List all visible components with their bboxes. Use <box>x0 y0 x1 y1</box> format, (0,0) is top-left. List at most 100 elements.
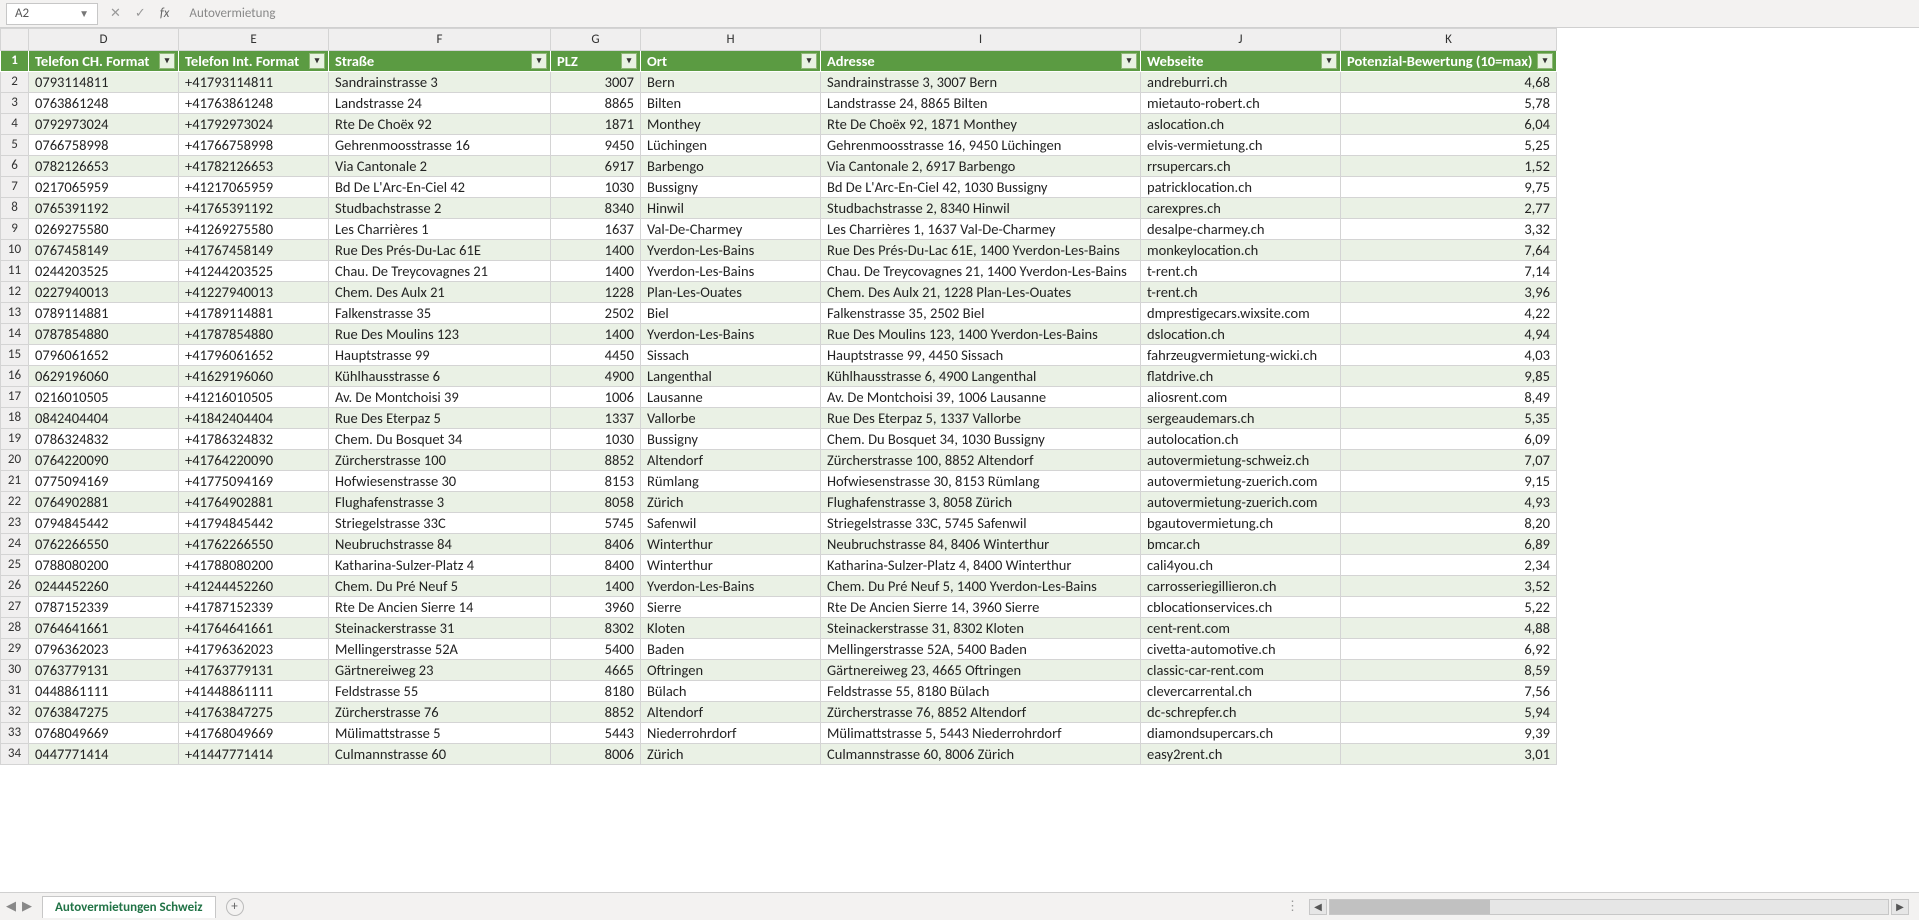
cell[interactable]: 4450 <box>551 345 641 366</box>
cell[interactable]: 0244203525 <box>29 261 179 282</box>
cell[interactable]: 8852 <box>551 450 641 471</box>
nav-prev-icon[interactable]: ◀ <box>6 899 16 914</box>
cell[interactable]: 3,96 <box>1341 282 1557 303</box>
row-header[interactable]: 9 <box>1 219 29 240</box>
cell[interactable]: Bussigny <box>641 429 821 450</box>
cell[interactable]: cali4you.ch <box>1141 555 1341 576</box>
nav-next-icon[interactable]: ▶ <box>22 899 32 914</box>
row-header[interactable]: 5 <box>1 135 29 156</box>
row-header[interactable]: 14 <box>1 324 29 345</box>
filter-icon[interactable]: ▾ <box>531 53 547 69</box>
cell[interactable]: 4,93 <box>1341 492 1557 513</box>
cell[interactable]: 0244452260 <box>29 576 179 597</box>
row-header[interactable]: 24 <box>1 534 29 555</box>
cell[interactable]: +41447771414 <box>179 744 329 765</box>
row-header[interactable]: 11 <box>1 261 29 282</box>
cell[interactable]: Rue Des Eterpaz 5 <box>329 408 551 429</box>
cell[interactable]: 1337 <box>551 408 641 429</box>
cell[interactable]: +41765391192 <box>179 198 329 219</box>
cell[interactable]: Rue Des Moulins 123 <box>329 324 551 345</box>
row-header[interactable]: 15 <box>1 345 29 366</box>
cell[interactable]: +41788080200 <box>179 555 329 576</box>
fx-icon[interactable]: fx <box>160 6 170 21</box>
cell[interactable]: Gärtnereiweg 23, 4665 Oftringen <box>821 660 1141 681</box>
cell[interactable]: Sandrainstrasse 3 <box>329 72 551 93</box>
cell[interactable]: Rte De Ancien Sierre 14, 3960 Sierre <box>821 597 1141 618</box>
filter-icon[interactable]: ▾ <box>801 53 817 69</box>
cell[interactable]: 7,07 <box>1341 450 1557 471</box>
cell[interactable]: 3960 <box>551 597 641 618</box>
column-header[interactable]: G <box>551 29 641 51</box>
cell[interactable]: Safenwil <box>641 513 821 534</box>
cell[interactable]: Rte De Choëx 92 <box>329 114 551 135</box>
cell[interactable]: 9,75 <box>1341 177 1557 198</box>
cell[interactable]: 0763861248 <box>29 93 179 114</box>
cell[interactable]: clevercarrental.ch <box>1141 681 1341 702</box>
table-header-cell[interactable]: Telefon CH. Format▾ <box>29 51 179 72</box>
cell[interactable]: Bern <box>641 72 821 93</box>
cell[interactable]: Rte De Choëx 92, 1871 Monthey <box>821 114 1141 135</box>
cell[interactable]: 0269275580 <box>29 219 179 240</box>
cell[interactable]: +41762266550 <box>179 534 329 555</box>
cell[interactable]: 2,77 <box>1341 198 1557 219</box>
cell[interactable]: +41629196060 <box>179 366 329 387</box>
cell[interactable]: 0767458149 <box>29 240 179 261</box>
row-header[interactable]: 23 <box>1 513 29 534</box>
row-header[interactable]: 28 <box>1 618 29 639</box>
column-header[interactable] <box>1 29 29 51</box>
cell[interactable]: 8,59 <box>1341 660 1557 681</box>
cell[interactable]: Yverdon-Les-Bains <box>641 261 821 282</box>
cell[interactable]: 6917 <box>551 156 641 177</box>
column-header[interactable]: K <box>1341 29 1557 51</box>
cell[interactable]: 8852 <box>551 702 641 723</box>
cell[interactable]: Val-De-Charmey <box>641 219 821 240</box>
cell[interactable]: autovermietung-schweiz.ch <box>1141 450 1341 471</box>
cell[interactable]: +41775094169 <box>179 471 329 492</box>
scroll-right-button[interactable]: ▶ <box>1891 899 1909 915</box>
cell[interactable]: 4,22 <box>1341 303 1557 324</box>
cell[interactable]: 9,15 <box>1341 471 1557 492</box>
cell[interactable]: 1030 <box>551 429 641 450</box>
cell[interactable]: 7,14 <box>1341 261 1557 282</box>
cell[interactable]: 5,25 <box>1341 135 1557 156</box>
cell[interactable]: Chem. Du Pré Neuf 5, 1400 Yverdon-Les-Ba… <box>821 576 1141 597</box>
cell[interactable]: 3007 <box>551 72 641 93</box>
cell[interactable]: aliosrent.com <box>1141 387 1341 408</box>
cell[interactable]: Neubruchstrasse 84 <box>329 534 551 555</box>
cell[interactable]: Yverdon-Les-Bains <box>641 576 821 597</box>
cell[interactable]: 5,78 <box>1341 93 1557 114</box>
cell[interactable]: Feldstrasse 55, 8180 Bülach <box>821 681 1141 702</box>
table-header-cell[interactable]: Potenzial-Bewertung (10=max)▾ <box>1341 51 1557 72</box>
cell[interactable]: Katharina-Sulzer-Platz 4 <box>329 555 551 576</box>
cell[interactable]: Hofwiesenstrasse 30 <box>329 471 551 492</box>
cell[interactable]: Hauptstrasse 99 <box>329 345 551 366</box>
cell[interactable]: 0629196060 <box>29 366 179 387</box>
table-header-cell[interactable]: Telefon Int. Format▾ <box>179 51 329 72</box>
cell[interactable]: autolocation.ch <box>1141 429 1341 450</box>
cell[interactable]: +41764902881 <box>179 492 329 513</box>
cell[interactable]: Lüchingen <box>641 135 821 156</box>
cell[interactable]: Hinwil <box>641 198 821 219</box>
cell[interactable]: autovermietung-zuerich.com <box>1141 471 1341 492</box>
cell[interactable]: Zürcherstrasse 76 <box>329 702 551 723</box>
cell[interactable]: 4665 <box>551 660 641 681</box>
cell[interactable]: Bülach <box>641 681 821 702</box>
cell[interactable]: autovermietung-zuerich.com <box>1141 492 1341 513</box>
cell[interactable]: +41763861248 <box>179 93 329 114</box>
row-header[interactable]: 32 <box>1 702 29 723</box>
cell[interactable]: +41792973024 <box>179 114 329 135</box>
cell[interactable]: +41767458149 <box>179 240 329 261</box>
cell[interactable]: Zürcherstrasse 76, 8852 Altendorf <box>821 702 1141 723</box>
cell[interactable]: Winterthur <box>641 555 821 576</box>
cell[interactable]: andreburri.ch <box>1141 72 1341 93</box>
cell[interactable]: 8400 <box>551 555 641 576</box>
cell[interactable]: 0762266550 <box>29 534 179 555</box>
cell[interactable]: Striegelstrasse 33C, 5745 Safenwil <box>821 513 1141 534</box>
row-header[interactable]: 13 <box>1 303 29 324</box>
cell[interactable]: +41217065959 <box>179 177 329 198</box>
cell[interactable]: Altendorf <box>641 702 821 723</box>
cell[interactable]: easy2rent.ch <box>1141 744 1341 765</box>
cell[interactable]: 1030 <box>551 177 641 198</box>
column-header[interactable]: J <box>1141 29 1341 51</box>
cell[interactable]: +41244203525 <box>179 261 329 282</box>
